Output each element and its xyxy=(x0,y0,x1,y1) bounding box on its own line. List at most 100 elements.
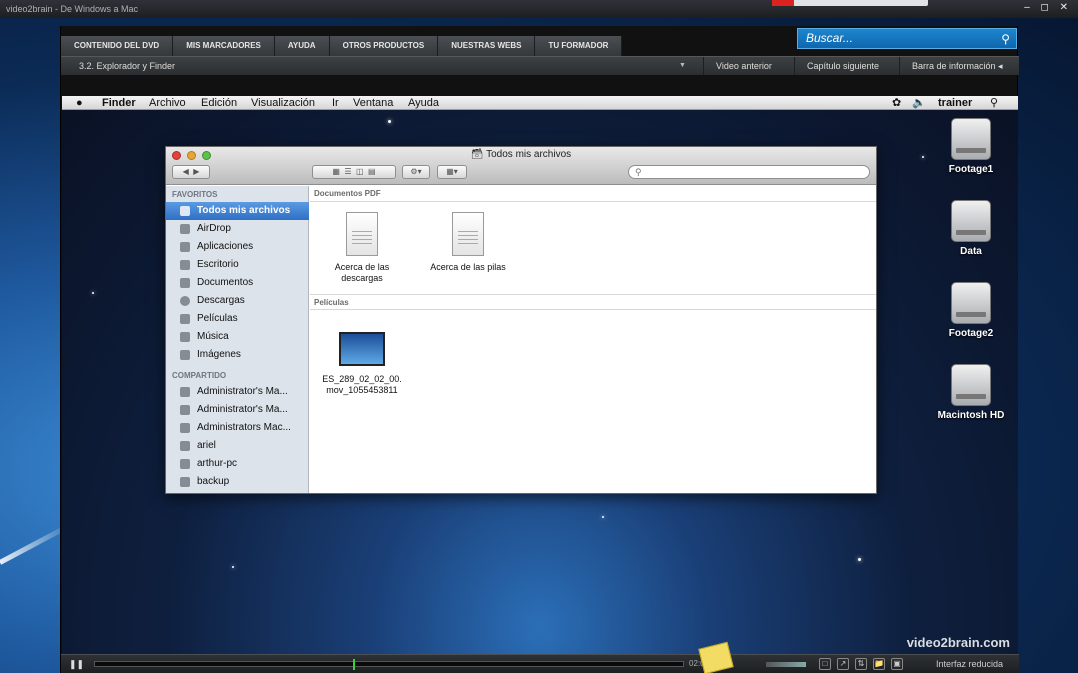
star xyxy=(232,566,234,568)
sidebar-item-label: AirDrop xyxy=(197,223,231,234)
volume-slider[interactable] xyxy=(766,662,806,667)
tab-tu-formador[interactable]: TU FORMADOR xyxy=(535,36,623,56)
reduced-interface-button[interactable]: Interfaz reducida xyxy=(936,655,1003,673)
desktop-drive-footage1[interactable]: Footage1 xyxy=(936,118,1006,175)
player-control-bar: ❚❚ 02:00:00 □ ↗ ⇅ 📁 ▣ Interfaz reducida xyxy=(61,641,1019,673)
chevron-down-icon[interactable]: ▼ xyxy=(679,57,686,75)
sidebar-item-label: Administrators Mac... xyxy=(197,422,291,433)
view-mode-buttons[interactable]: ▦ ☰ ◫ ▤ xyxy=(312,165,396,179)
sidebar-item-shared[interactable]: Administrator's Ma... xyxy=(166,401,309,419)
finder-title: 🗃 Todos mis archivos xyxy=(470,149,572,160)
action-gear-icon[interactable]: ⚙▾ xyxy=(402,165,430,179)
sidebar-item-shared[interactable]: arthur-pc xyxy=(166,455,309,473)
watermark-logo: video2brain.com xyxy=(906,635,1010,650)
desktop-drive-macintosh-hd[interactable]: Macintosh HD xyxy=(936,364,1006,421)
back-forward-buttons[interactable]: ◀ ▶ xyxy=(172,165,210,179)
menu-visualizacion[interactable]: Visualización xyxy=(251,96,315,110)
resize-icon[interactable]: ↗ xyxy=(837,658,849,670)
tab-ayuda[interactable]: AYUDA xyxy=(274,36,330,56)
computer-icon xyxy=(180,387,190,397)
sidebar-item-musica[interactable]: Música xyxy=(166,328,309,346)
sort-icon[interactable]: ⇅ xyxy=(855,658,867,670)
menu-ventana[interactable]: Ventana xyxy=(353,96,393,110)
file-item[interactable]: Acerca de las pilas xyxy=(418,212,518,273)
section-header: Documentos PDF xyxy=(310,186,876,202)
finder-content: Documentos PDF Acerca de las descargas A… xyxy=(310,186,876,493)
sidebar-item-descargas[interactable]: Descargas xyxy=(166,292,309,310)
applications-icon xyxy=(180,242,190,252)
video-player: CONTENIDO DEL DVD MIS MARCADORES AYUDA O… xyxy=(60,26,1019,673)
user-menu[interactable]: trainer xyxy=(938,96,972,110)
sidebar-item-imagenes[interactable]: Imágenes xyxy=(166,346,309,364)
search-input[interactable]: Buscar... ⚲ xyxy=(797,28,1017,49)
file-item[interactable]: Acerca de las descargas xyxy=(312,212,412,284)
screen: video2brain - De Windows a Mac – ◻ ✕ CON… xyxy=(0,0,1078,673)
window-title: video2brain - De Windows a Mac xyxy=(6,4,139,14)
sidebar-item-label: Todos mis archivos xyxy=(197,205,291,216)
camera-icon xyxy=(180,350,190,360)
sidebar-item-escritorio[interactable]: Escritorio xyxy=(166,256,309,274)
arrange-icon[interactable]: ▦▾ xyxy=(437,165,467,179)
sidebar-item-shared[interactable]: backup xyxy=(166,473,309,491)
tab-otros-productos[interactable]: OTROS PRODUCTOS xyxy=(329,36,439,56)
apple-menu-icon[interactable]: ● xyxy=(76,96,83,110)
sidebar-item-airdrop[interactable]: AirDrop xyxy=(166,220,309,238)
sidebar-item-shared[interactable]: ariel xyxy=(166,437,309,455)
folder-icon[interactable]: 📁 xyxy=(873,658,885,670)
section-header: Películas xyxy=(310,294,876,310)
sidebar-item-label: Imágenes xyxy=(197,349,241,360)
menu-ir[interactable]: Ir xyxy=(332,96,339,110)
pc-icon xyxy=(180,459,190,469)
computer-icon xyxy=(180,405,190,415)
star xyxy=(388,120,391,123)
pdf-document-icon xyxy=(452,212,484,256)
desktop-drive-footage2[interactable]: Footage2 xyxy=(936,282,1006,339)
search-placeholder: Buscar... xyxy=(806,31,853,45)
sidebar-item-label: Películas xyxy=(197,313,238,324)
hard-drive-icon xyxy=(951,282,991,324)
tab-nuestras-webs[interactable]: NUESTRAS WEBS xyxy=(438,36,536,56)
bluetooth-icon[interactable]: ✿ xyxy=(892,96,901,110)
drive-label: Footage1 xyxy=(948,164,994,175)
mac-menubar: ● Finder Archivo Edición Visualización I… xyxy=(62,96,1018,110)
video-frame: ● Finder Archivo Edición Visualización I… xyxy=(62,96,1018,656)
tab-marcadores[interactable]: MIS MARCADORES xyxy=(173,36,275,56)
spotlight-icon[interactable]: ⚲ xyxy=(990,96,998,110)
documents-icon xyxy=(180,278,190,288)
menu-edicion[interactable]: Edición xyxy=(201,96,237,110)
downloads-icon xyxy=(180,296,190,306)
window-controls[interactable]: – ◻ ✕ xyxy=(1024,2,1072,13)
fullscreen-icon[interactable]: ▣ xyxy=(891,658,903,670)
finder-search-field[interactable]: ⚲ xyxy=(628,165,870,179)
previous-video-button[interactable]: Video anterior xyxy=(703,57,784,75)
info-bar-button[interactable]: Barra de información ◂ xyxy=(899,57,1015,75)
pdf-document-icon xyxy=(346,212,378,256)
sidebar-item-shared[interactable]: Administrators Mac... xyxy=(166,419,309,437)
file-name-line1: Acerca de las xyxy=(334,262,390,272)
playhead-marker[interactable] xyxy=(353,659,355,670)
menu-ayuda[interactable]: Ayuda xyxy=(408,96,439,110)
menu-finder[interactable]: Finder xyxy=(102,96,136,110)
file-item[interactable]: ES_289_02_02_00. mov_1055453811 xyxy=(312,332,412,396)
file-name-line2: descargas xyxy=(341,273,383,283)
hard-drive-icon xyxy=(951,118,991,160)
search-icon: ⚲ xyxy=(635,167,642,177)
timeline-scrubber[interactable] xyxy=(94,659,684,670)
sidebar-item-shared[interactable]: Administrator's Ma... xyxy=(166,383,309,401)
menu-archivo[interactable]: Archivo xyxy=(149,96,186,110)
drive-label: Footage2 xyxy=(948,328,994,339)
tab-contenido[interactable]: CONTENIDO DEL DVD xyxy=(61,36,174,56)
desktop-drive-data[interactable]: Data xyxy=(936,200,1006,257)
top-navigation: CONTENIDO DEL DVD MIS MARCADORES AYUDA O… xyxy=(61,36,623,56)
pc-icon xyxy=(180,441,190,451)
sidebar-item-aplicaciones[interactable]: Aplicaciones xyxy=(166,238,309,256)
sidebar-item-documentos[interactable]: Documentos xyxy=(166,274,309,292)
sidebar-item-todos[interactable]: Todos mis archivos xyxy=(166,202,309,220)
pause-icon[interactable]: ❚❚ xyxy=(69,655,84,673)
subtitles-icon[interactable]: □ xyxy=(819,658,831,670)
sidebar-item-peliculas[interactable]: Películas xyxy=(166,310,309,328)
next-chapter-button[interactable]: Capítulo siguiente xyxy=(794,57,891,75)
star xyxy=(858,558,861,561)
search-icon[interactable]: ⚲ xyxy=(1001,30,1010,49)
volume-icon[interactable]: 🔈 xyxy=(912,96,926,110)
